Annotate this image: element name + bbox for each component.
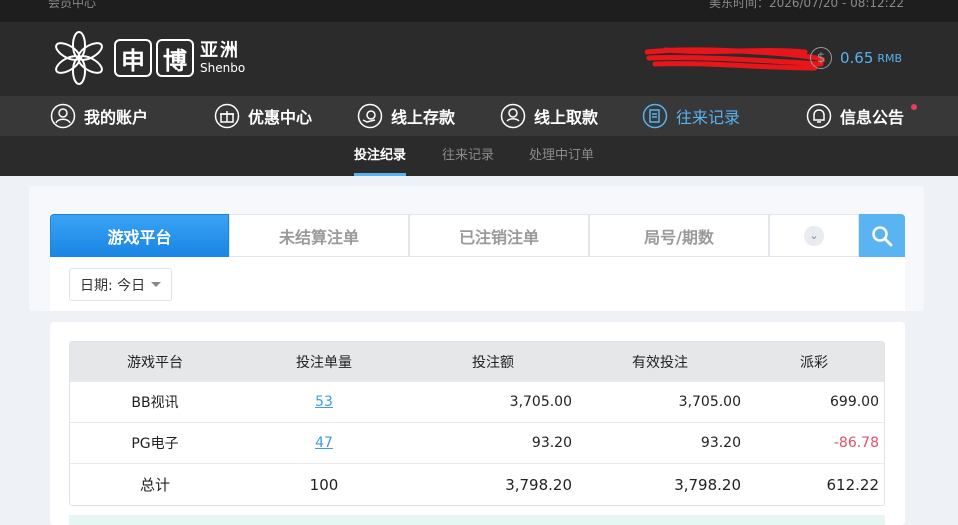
nav-label: 优惠中心: [248, 108, 313, 127]
total-valid: 3,798.20: [674, 475, 741, 494]
nav-withdraw[interactable]: 线上取款: [500, 96, 598, 136]
filter-body: [50, 257, 905, 311]
logo[interactable]: 申 博 亚洲 Shenbo: [48, 28, 245, 88]
server-time: 美东时间：2026/07/20 - 08:12:22: [708, 0, 904, 10]
balance-amount: 0.65: [840, 49, 874, 67]
subtab-pending-orders[interactable]: 处理中订单: [529, 136, 594, 176]
date-filter-select[interactable]: 日期: 今日: [69, 268, 172, 301]
header: 申 博 亚洲 Shenbo $ 0.65 RMB: [0, 22, 958, 96]
sub-nav: 投注纪录 往来记录 处理中订单: [0, 136, 958, 176]
flower-logo-icon: [55, 31, 103, 85]
subtab-transactions[interactable]: 往来记录: [442, 136, 494, 176]
nav-label: 线上取款: [534, 108, 599, 127]
th-valid-bet: 有效投注: [632, 354, 688, 371]
total-amount: 3,798.20: [505, 475, 572, 494]
search-icon: [872, 225, 893, 246]
redacted-user-info: [645, 46, 825, 72]
nav-my-account[interactable]: 我的账户: [50, 96, 148, 136]
table-row: PG电子 47 93.20 93.20 -86.78: [70, 423, 884, 464]
cell-valid: 93.20: [700, 435, 741, 451]
nav-label: 线上存款: [391, 108, 456, 127]
balance-display[interactable]: $ 0.65 RMB: [810, 47, 902, 69]
nav-announcements[interactable]: 信息公告: [806, 96, 904, 136]
bet-summary-table: 游戏平台 投注单量 投注额 有效投注 派彩 BB视讯 53 3,705.00 3…: [69, 341, 885, 506]
logo-name-en: Shenbo: [200, 61, 246, 75]
logo-name-cn: 亚洲: [200, 40, 240, 61]
table-row: BB视讯 53 3,705.00 3,705.00 699.00: [70, 382, 884, 423]
bet-count-link[interactable]: 47: [315, 435, 333, 451]
notice-bar: [69, 515, 885, 525]
tab-round-number[interactable]: 局号/期数: [589, 214, 769, 257]
table-total-row: 总计 100 3,798.20 3,798.20 612.22: [70, 464, 884, 505]
search-button[interactable]: [859, 214, 905, 257]
cell-platform: PG电子: [131, 436, 179, 452]
cell-amount: 3,705.00: [509, 394, 572, 410]
nav-records[interactable]: 往来记录: [642, 96, 740, 136]
records-icon: [642, 103, 668, 129]
record-tabs: 游戏平台 未结算注单 已注销注单 局号/期数 ⌄: [50, 214, 905, 257]
tab-unsettled[interactable]: 未结算注单: [229, 214, 409, 257]
balance-currency: RMB: [877, 51, 903, 65]
redaction-scribble: [645, 47, 825, 71]
total-label: 总计: [139, 476, 170, 494]
logo-text: 亚洲 Shenbo: [200, 40, 246, 75]
dollar-coin-icon: $: [810, 47, 832, 69]
tab-game-platform[interactable]: 游戏平台: [50, 214, 229, 257]
cell-valid: 3,705.00: [678, 394, 741, 410]
top-strip: 会员中心 美东时间：2026/07/20 - 08:12:22: [0, 0, 958, 22]
logo-char-2: 博: [156, 39, 194, 77]
user-icon: [50, 103, 76, 129]
cell-platform: BB视讯: [131, 395, 179, 411]
withdraw-icon: [500, 103, 526, 129]
nav-label: 我的账户: [84, 108, 149, 127]
member-center-label: 会员中心: [48, 0, 97, 10]
caret-down-icon: [151, 282, 162, 287]
bell-icon: [806, 103, 832, 129]
bet-count-link[interactable]: 53: [315, 394, 333, 410]
nav-label: 信息公告: [840, 108, 905, 127]
nav-deposit[interactable]: 线上存款: [357, 96, 455, 136]
th-payout: 派彩: [800, 354, 828, 371]
cell-amount: 93.20: [531, 435, 572, 451]
chevron-down-icon: ⌄: [804, 225, 824, 246]
logo-char-1: 申: [114, 39, 152, 77]
cell-payout: 699.00: [830, 394, 879, 410]
th-bet-amount: 投注额: [472, 354, 514, 371]
th-bet-count: 投注单量: [296, 354, 352, 371]
cell-payout: -86.78: [833, 435, 879, 451]
total-payout: 612.22: [826, 475, 880, 494]
main-nav: 我的账户 优惠中心 线上存款 线上取款 往来记录 信息公告: [0, 96, 958, 136]
nav-promotions[interactable]: 优惠中心: [214, 96, 312, 136]
table-header-row: 游戏平台 投注单量 投注额 有效投注 派彩: [70, 342, 884, 382]
notification-dot: [911, 104, 917, 110]
th-platform: 游戏平台: [127, 354, 183, 371]
gift-icon: [214, 103, 240, 129]
more-tabs-dropdown[interactable]: ⌄: [769, 214, 859, 257]
nav-label: 往来记录: [676, 108, 741, 127]
deposit-icon: [357, 103, 383, 129]
total-count: 100: [309, 475, 339, 494]
date-filter-label: 日期: 今日: [80, 277, 146, 294]
subtab-bet-records[interactable]: 投注纪录: [354, 136, 407, 176]
tab-cancelled[interactable]: 已注销注单: [409, 214, 589, 257]
